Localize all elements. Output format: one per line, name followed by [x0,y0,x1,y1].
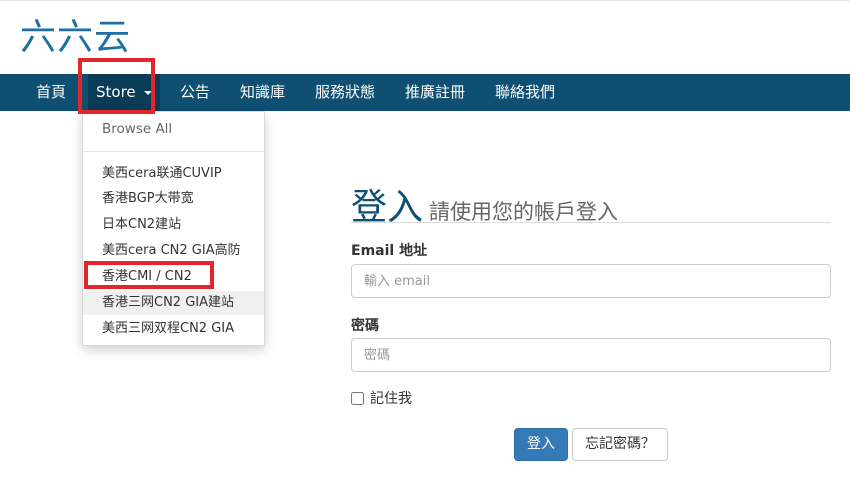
login-button[interactable]: 登入 [514,428,568,461]
dropdown-browse-all[interactable]: Browse All [83,117,264,141]
nav-affiliate[interactable]: 推廣註冊 [405,74,465,111]
dropdown-item-hk-cn2-gia[interactable]: 香港三网CN2 GIA建站 [83,291,264,315]
dropdown-item-us-cera-gia[interactable]: 美西cera CN2 GIA高防 [83,239,264,263]
dropdown-item-us-cn2-gia[interactable]: 美西三网双程CN2 GIA [83,317,264,341]
email-field[interactable] [351,264,831,298]
password-field[interactable] [351,338,831,372]
nav-home[interactable]: 首頁 [36,74,66,111]
email-label: Email 地址 [351,243,428,259]
remember-me-checkbox[interactable] [351,391,364,405]
dropdown-item-hk-bgp[interactable]: 香港BGP大带宽 [83,187,264,211]
login-subtitle: 請使用您的帳戶登入 [429,200,619,224]
nav-announcements[interactable]: 公告 [180,74,210,111]
password-label: 密碼 [351,318,379,334]
remember-me[interactable]: 記住我 [351,388,412,408]
site-logo[interactable]: 六六云 [20,14,131,62]
dropdown-item-us-cera-cuvip[interactable]: 美西cera联通CUVIP [83,162,264,186]
store-dropdown-menu: Browse All 美西cera联通CUVIP 香港BGP大带宽 日本CN2建… [82,111,265,346]
remember-me-label: 記住我 [370,391,412,407]
top-border [0,0,850,1]
forgot-password-button[interactable]: 忘記密碼？ [572,428,668,461]
nav-contact[interactable]: 聯絡我們 [495,74,555,111]
nav-service-status[interactable]: 服務狀態 [315,74,375,111]
dropdown-item-jp-cn2[interactable]: 日本CN2建站 [83,213,264,237]
item-highlight-box [84,261,214,289]
nav-knowledgebase[interactable]: 知識庫 [240,74,285,111]
dropdown-divider [83,151,264,152]
store-highlight-box [78,58,155,114]
heading-divider [351,222,831,223]
